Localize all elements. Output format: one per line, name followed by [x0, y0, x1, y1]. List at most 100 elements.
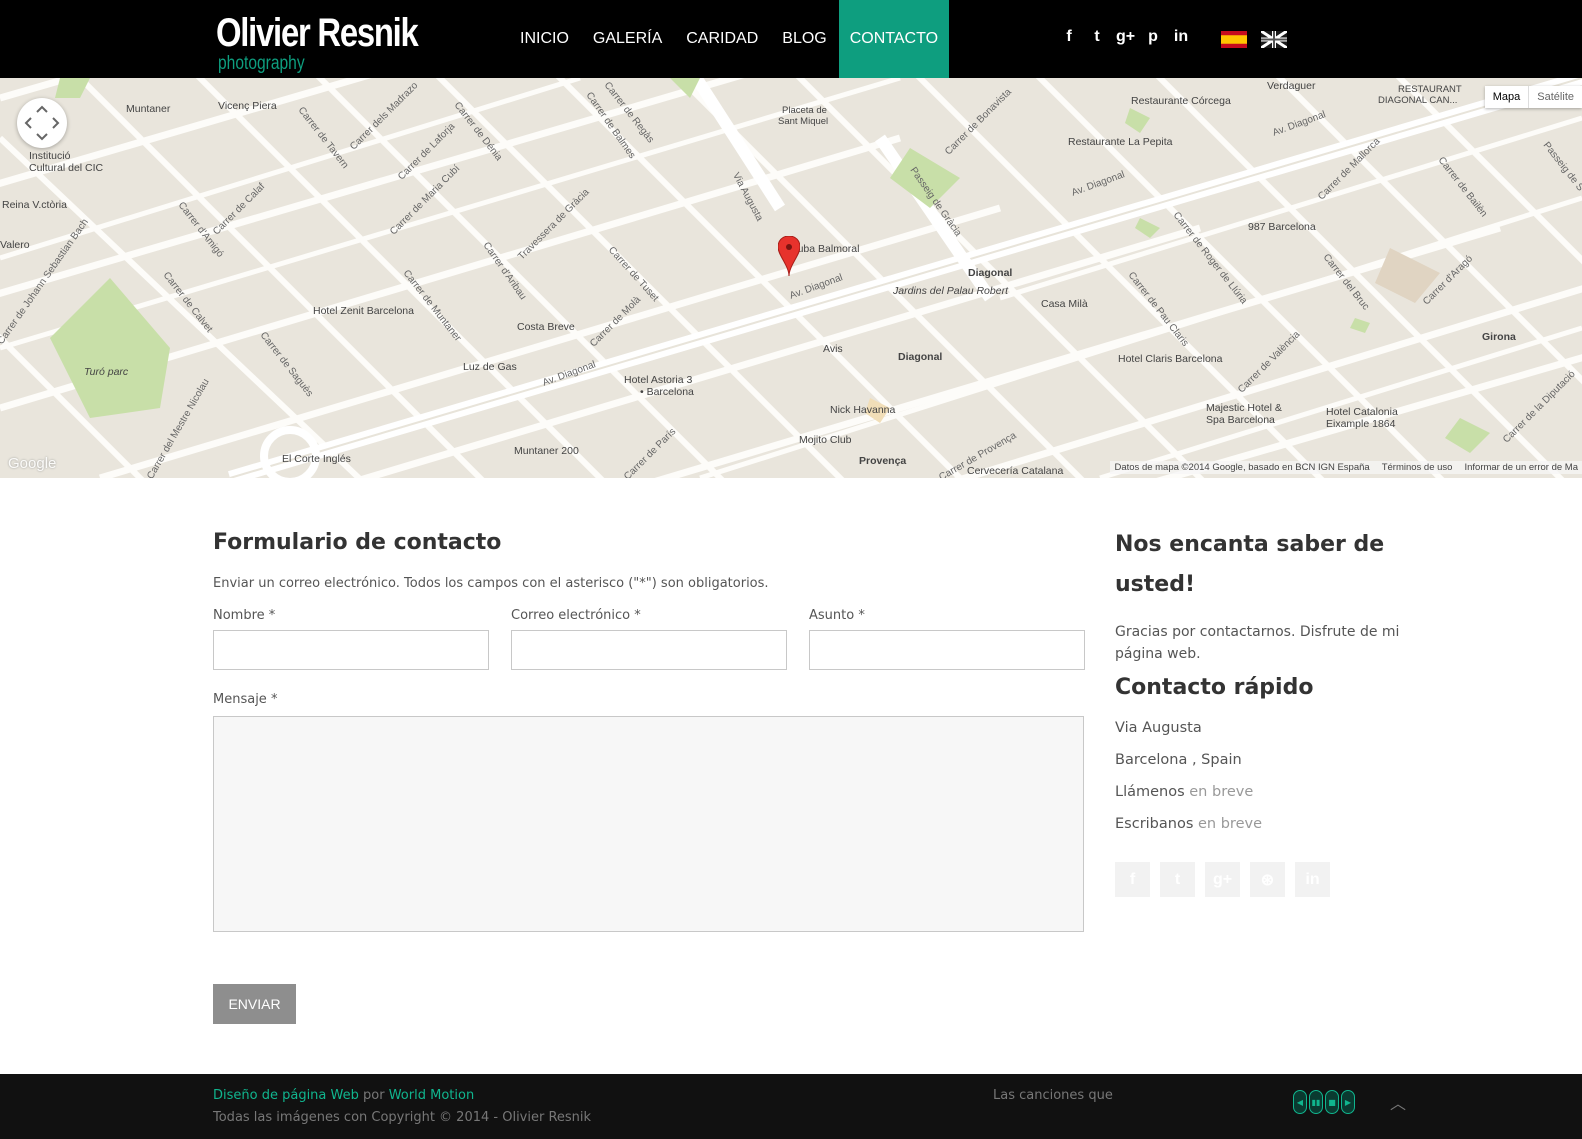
google-plus-icon[interactable]: g+ — [1116, 28, 1135, 46]
map-label: Spa Barcelona — [1206, 414, 1275, 426]
nav-contacto[interactable]: CONTACTO — [838, 0, 950, 78]
map-label: Turó parc — [84, 366, 129, 378]
map-label: 987 Barcelona — [1248, 221, 1316, 233]
map-label: Sant Miquel — [778, 116, 829, 127]
required-mark: * — [268, 608, 276, 623]
map-label: Cultural del CIC — [29, 162, 104, 174]
phone-label: Llámenos — [1115, 784, 1185, 800]
map-label: Hotel Claris Barcelona — [1118, 353, 1223, 365]
nav-inicio[interactable]: INICIO — [508, 0, 581, 78]
dribbble-icon[interactable]: ⊛ — [1250, 862, 1285, 897]
phone-value: en breve — [1189, 784, 1254, 800]
linkedin-icon[interactable]: in — [1172, 28, 1190, 46]
map-label: Muntaner — [126, 103, 171, 115]
prev-icon[interactable]: ◀ — [1293, 1090, 1307, 1114]
quick-contact-title: Contacto rápido — [1115, 675, 1314, 700]
map-label: Placeta de — [782, 105, 827, 116]
facebook-icon[interactable]: f — [1060, 28, 1078, 46]
address-street: Via Augusta — [1115, 720, 1202, 736]
map-type-satellite-button[interactable]: Satélite — [1528, 86, 1582, 108]
header-social-links: f t g+ p in — [1060, 28, 1190, 46]
map-data-credit: Datos de mapa ©2014 Google, basado en BC… — [1114, 462, 1370, 473]
site-footer: Diseño de página Web por World Motion To… — [0, 1074, 1582, 1139]
map-attribution: Datos de mapa ©2014 Google, basado en BC… — [1110, 461, 1582, 474]
company-link[interactable]: World Motion — [389, 1088, 474, 1103]
map-label: Diagonal — [898, 351, 943, 363]
subject-label-text: Asunto — [809, 608, 855, 623]
email-label: Correo electrónico * — [511, 608, 641, 623]
design-link[interactable]: Diseño de página Web — [213, 1088, 359, 1103]
message-textarea[interactable] — [213, 716, 1084, 932]
subject-input[interactable] — [809, 630, 1085, 670]
sidebar-title-line1: Nos encanta saber de — [1115, 532, 1385, 557]
map-label: Institució — [29, 150, 71, 162]
email-value: en breve — [1198, 816, 1262, 832]
map-label: Reina V.ctòria — [2, 199, 67, 211]
map-label: Nick Havanna — [830, 404, 896, 416]
sidebar-title-line2: usted! — [1115, 572, 1195, 597]
location-pin-icon[interactable] — [778, 236, 800, 276]
site-header: Olivier Resnik photography INICIO GALERÍ… — [0, 0, 1582, 78]
map-label: Casa Milà — [1041, 298, 1088, 310]
map-label: DIAGONAL CAN... — [1378, 95, 1458, 106]
phone-item: Llámenos en breve — [1115, 784, 1253, 800]
copyright: Todas las imágenes con Copyright © 2014 … — [213, 1110, 592, 1125]
map-label: Hotel Zenit Barcelona — [313, 305, 414, 317]
pinterest-icon[interactable]: p — [1144, 28, 1162, 46]
footer-credits: Diseño de página Web por World Motion — [213, 1088, 474, 1103]
required-mark: * — [858, 608, 865, 623]
map-report-link[interactable]: Informar de un error de Ma — [1464, 462, 1578, 473]
google-logo[interactable]: Google — [8, 455, 56, 472]
name-label-text: Nombre — [213, 608, 265, 623]
map-label: Cuba Balmoral — [790, 243, 860, 255]
logo[interactable]: Olivier Resnik photography — [216, 10, 462, 74]
next-icon[interactable]: ▶ — [1341, 1090, 1355, 1114]
spanish-flag-icon[interactable] — [1221, 31, 1247, 48]
map-label: Vicenç Piera — [218, 100, 277, 112]
map-label: Restaurante Córcega — [1131, 95, 1231, 107]
map-label: Muntaner 200 — [514, 445, 579, 457]
map-label: El Corte Inglés — [282, 453, 351, 465]
required-mark: * — [634, 608, 641, 623]
google-map[interactable]: Muntaner Vicenç Piera Institució Cultura… — [0, 78, 1582, 478]
nav-blog[interactable]: BLOG — [770, 0, 838, 78]
map-label: Hotel Catalonia — [1326, 406, 1398, 418]
map-label: Valero — [0, 239, 30, 251]
map-label: Diagonal — [968, 267, 1013, 279]
email-label: Escribanos — [1115, 816, 1194, 832]
uk-flag-icon[interactable] — [1261, 31, 1287, 48]
main-nav: INICIO GALERÍA CARIDAD BLOG CONTACTO — [508, 0, 950, 78]
map-label: Mojito Club — [799, 434, 852, 446]
required-mark: * — [270, 692, 278, 707]
music-player: ◀ ▮▮ ■ ▶ — [1293, 1090, 1355, 1114]
email-input[interactable] — [511, 630, 787, 670]
name-label: Nombre * — [213, 608, 275, 623]
songs-text: Las canciones que — [993, 1088, 1113, 1103]
twitter-icon[interactable]: t — [1160, 862, 1195, 897]
logo-title: Olivier Resnik — [216, 11, 419, 55]
sidebar-social-links: f t g+ ⊛ in — [1115, 862, 1330, 897]
linkedin-icon[interactable]: in — [1295, 862, 1330, 897]
map-label: Avis — [823, 343, 843, 355]
back-to-top-icon[interactable]: ︿ — [1390, 1090, 1406, 1114]
map-type-map-button[interactable]: Mapa — [1485, 86, 1529, 108]
pause-icon[interactable]: ▮▮ — [1309, 1090, 1323, 1114]
nav-galeria[interactable]: GALERÍA — [581, 0, 674, 78]
stop-icon[interactable]: ■ — [1325, 1090, 1339, 1114]
map-terms-link[interactable]: Términos de uso — [1382, 462, 1453, 473]
footer-by: por — [363, 1088, 385, 1103]
name-input[interactable] — [213, 630, 489, 670]
map-label: Costa Breve — [517, 321, 575, 333]
submit-button[interactable]: ENVIAR — [213, 984, 296, 1024]
message-label-text: Mensaje — [213, 692, 267, 707]
nav-caridad[interactable]: CARIDAD — [674, 0, 770, 78]
facebook-icon[interactable]: f — [1115, 862, 1150, 897]
logo-subtitle: photography — [218, 53, 305, 74]
contact-section: Formulario de contacto Enviar un correo … — [0, 478, 1582, 1072]
map-label: Hotel Astoria 3 — [624, 374, 693, 386]
map-label: • Barcelona — [640, 386, 694, 398]
twitter-icon[interactable]: t — [1088, 28, 1106, 46]
form-description: Enviar un correo electrónico. Todos los … — [213, 576, 769, 591]
map-pan-control[interactable] — [17, 98, 67, 148]
google-plus-icon[interactable]: g+ — [1205, 862, 1240, 897]
